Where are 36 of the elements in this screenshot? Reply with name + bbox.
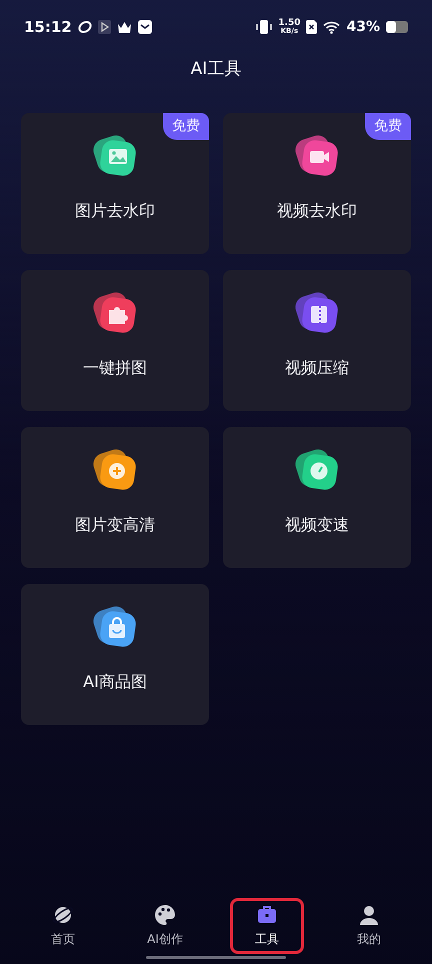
- tool-label: AI商品图: [83, 671, 147, 693]
- battery-icon: [386, 21, 408, 33]
- sim-icon: [306, 20, 318, 34]
- crown-icon: [116, 20, 132, 34]
- tool-label: 视频变速: [285, 514, 349, 536]
- free-badge: 免费: [365, 113, 411, 140]
- nav-tab[interactable]: 我的: [332, 898, 406, 954]
- nav-tab[interactable]: 首页: [26, 898, 100, 954]
- battery-percent: 43%: [346, 18, 380, 36]
- clock-time: 15:12: [24, 16, 72, 38]
- tool-label: 图片变高清: [75, 514, 155, 536]
- vibrate-icon: [256, 20, 272, 34]
- tool-label: 视频去水印: [277, 200, 357, 222]
- play-icon: [98, 20, 111, 34]
- tool-card[interactable]: 视频压缩: [223, 270, 411, 411]
- tool-label: 图片去水印: [75, 200, 155, 222]
- mail-icon: [138, 20, 152, 34]
- person-icon: [358, 904, 380, 926]
- tool-card[interactable]: AI商品图: [21, 584, 209, 725]
- wifi-icon: [323, 20, 340, 34]
- tool-card[interactable]: 免费 视频去水印: [223, 113, 411, 254]
- free-badge: 免费: [163, 113, 209, 140]
- page-title: AI工具: [190, 58, 242, 82]
- tool-card[interactable]: 图片变高清: [21, 427, 209, 568]
- nav-tab[interactable]: 工具: [230, 898, 304, 954]
- toolbox-icon: [256, 904, 278, 926]
- tool-card[interactable]: 免费 图片去水印: [21, 113, 209, 254]
- nav-tab[interactable]: AI创作: [128, 898, 202, 954]
- palette-icon: [154, 904, 176, 926]
- tool-label: 一键拼图: [83, 357, 147, 379]
- planet-icon: [52, 904, 74, 926]
- sync-icon: [78, 20, 92, 34]
- network-speed: 1.50: [278, 19, 300, 27]
- tool-card[interactable]: 视频变速: [223, 427, 411, 568]
- tool-label: 视频压缩: [285, 357, 349, 379]
- tool-card[interactable]: 一键拼图: [21, 270, 209, 411]
